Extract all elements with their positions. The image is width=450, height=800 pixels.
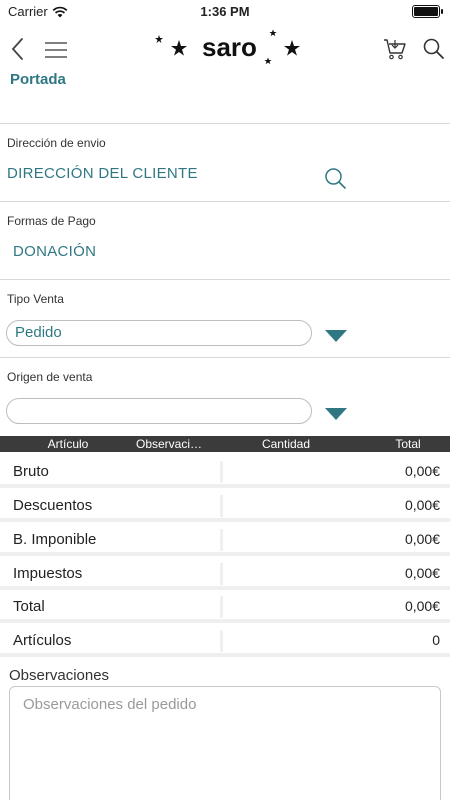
column-header-observaciones: Observaci… [135, 437, 203, 451]
totals-row-value: 0,00€ [404, 565, 440, 581]
totals-row-value: 0,00€ [404, 598, 440, 614]
sale-type-label: Tipo Venta [7, 292, 64, 306]
status-time: 1:36 PM [200, 4, 250, 19]
observations-textarea[interactable] [9, 686, 441, 800]
search-icon[interactable] [421, 36, 447, 62]
row-divider [220, 596, 223, 618]
totals-row-bruto: Bruto 0,00€ [0, 458, 450, 488]
shopping-cart-icon[interactable] [382, 36, 408, 62]
row-divider [220, 630, 223, 652]
nav-bar: saro [0, 24, 450, 76]
logo-text: saro [202, 32, 257, 62]
battery-icon [412, 5, 443, 18]
totals-row-label: B. Imponible [13, 531, 97, 548]
row-divider [220, 529, 223, 551]
row-divider [220, 495, 223, 517]
address-search-icon[interactable] [323, 166, 349, 192]
totals-row-impuestos: Impuestos 0,00€ [0, 560, 450, 590]
totals-row-value: 0,00€ [404, 463, 440, 479]
sale-origin-section: Origen de venta [0, 357, 450, 436]
row-divider [220, 563, 223, 585]
totals-row-label: Impuestos [13, 565, 83, 582]
totals-row-value: 0 [432, 632, 440, 648]
hamburger-menu-icon[interactable] [44, 40, 68, 60]
totals-row-total: Total 0,00€ [0, 593, 450, 623]
items-table-header: Artículo Observaci… Cantidad Total [0, 436, 450, 452]
shipping-address-label: Dirección de envio [7, 136, 106, 150]
totals-row-value: 0,00€ [404, 497, 440, 513]
payment-method-value[interactable]: DONACIÓN [13, 243, 96, 260]
breadcrumb-portada[interactable]: Portada [10, 71, 66, 88]
sale-type-dropdown-arrow-icon[interactable] [325, 330, 347, 342]
column-header-total: Total [395, 437, 421, 451]
totals-row-base-imponible: B. Imponible 0,00€ [0, 526, 450, 556]
sale-origin-select[interactable] [6, 398, 312, 424]
sale-origin-dropdown-arrow-icon[interactable] [325, 408, 347, 420]
observations-label: Observaciones [9, 667, 110, 684]
totals-row-descuentos: Descuentos 0,00€ [0, 492, 450, 522]
saro-logo[interactable]: saro [150, 26, 300, 72]
status-bar: Carrier 1:36 PM [0, 0, 450, 24]
totals-row-label: Total [13, 598, 45, 615]
payment-methods-label: Formas de Pago [7, 214, 96, 228]
payment-methods-section: Formas de Pago DONACIÓN [0, 201, 450, 279]
sale-type-selected-value: Pedido [15, 324, 62, 341]
shipping-address-section: Dirección de envio DIRECCIÓN DEL CLIENTE [0, 123, 450, 201]
sale-origin-label: Origen de venta [7, 370, 93, 384]
sale-type-select[interactable]: Pedido [6, 320, 312, 346]
column-header-articulo: Artículo [47, 437, 89, 451]
shipping-address-value[interactable]: DIRECCIÓN DEL CLIENTE [7, 165, 198, 182]
totals-row-articulos: Artículos 0 [0, 627, 450, 657]
totals-row-value: 0,00€ [404, 531, 440, 547]
sale-type-section: Tipo Venta Pedido [0, 279, 450, 357]
totals-row-label: Descuentos [13, 497, 93, 514]
row-divider [220, 461, 223, 483]
column-header-cantidad: Cantidad [261, 437, 311, 451]
totals-row-label: Bruto [13, 463, 49, 480]
back-chevron-icon[interactable] [6, 34, 30, 64]
totals-row-label: Artículos [13, 632, 72, 649]
